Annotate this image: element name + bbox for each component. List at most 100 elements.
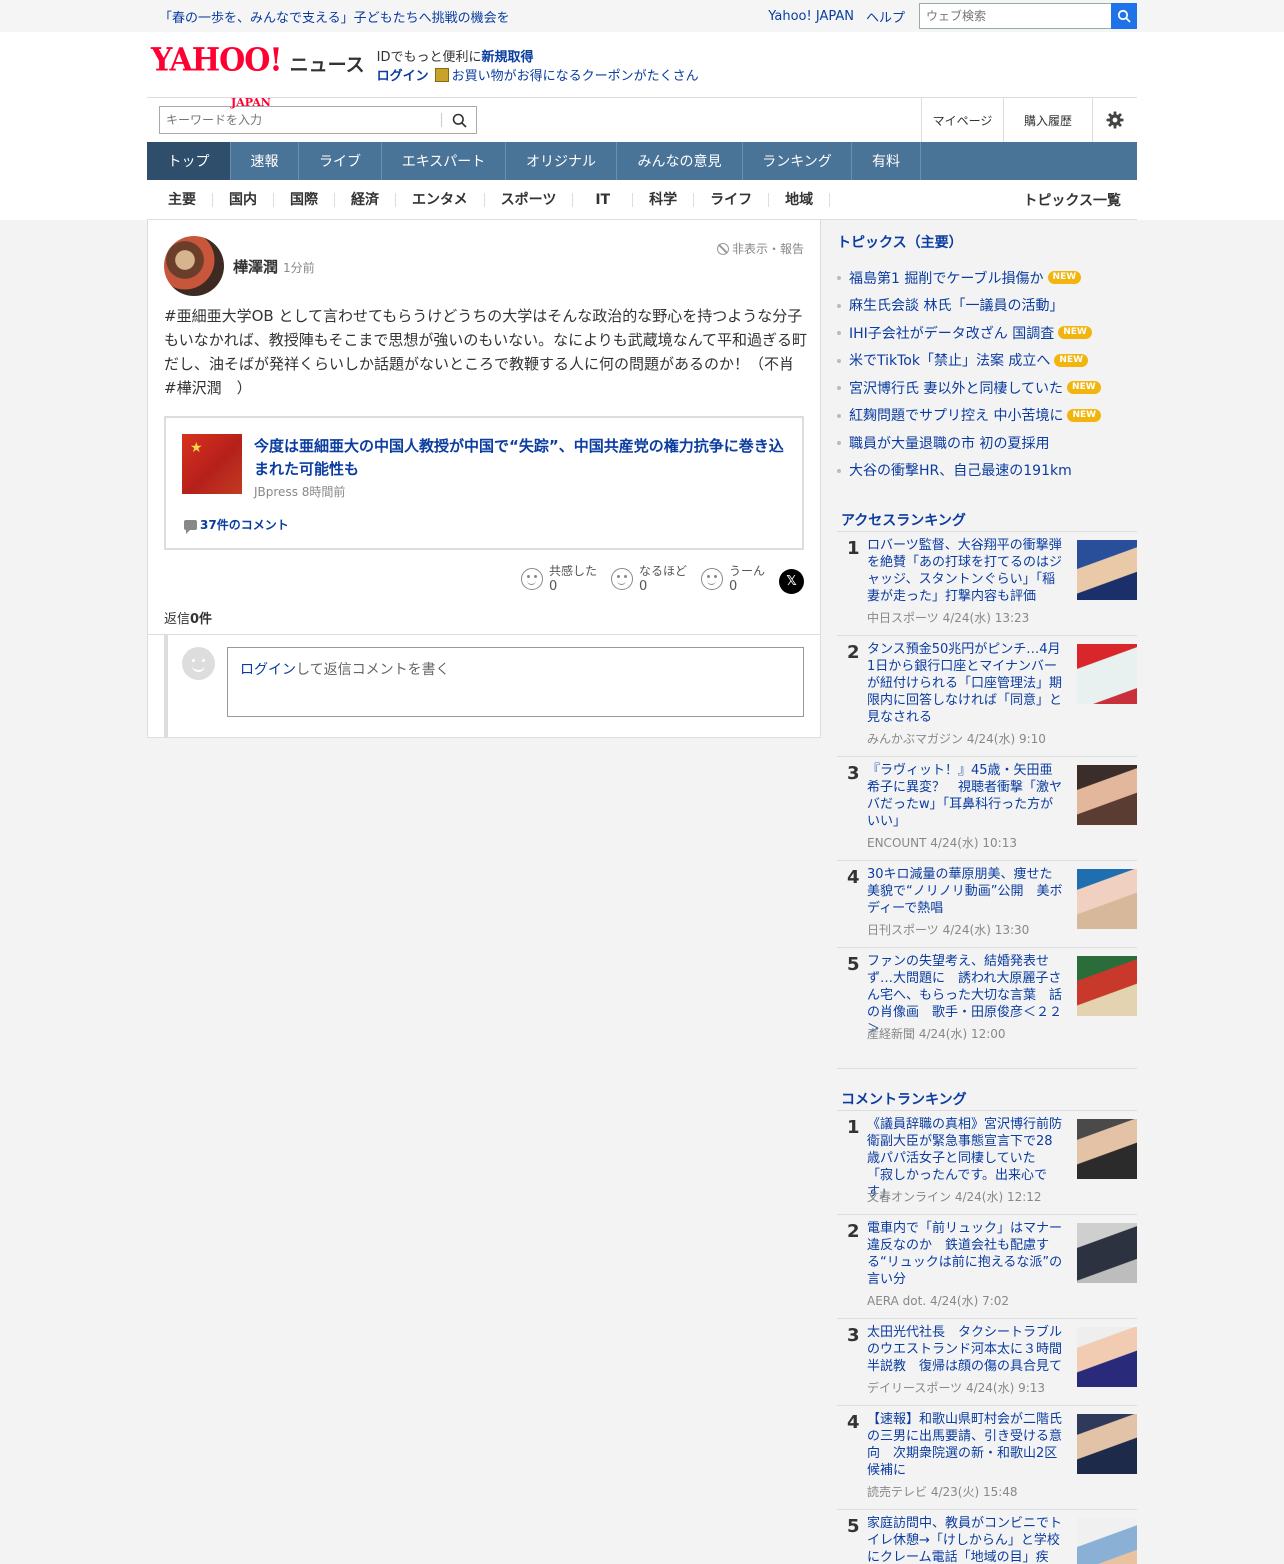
subnav-domestic[interactable]: 国内 bbox=[213, 192, 274, 207]
rank-thumbnail bbox=[1077, 540, 1137, 600]
nav-expert[interactable]: エキスパート bbox=[382, 142, 506, 180]
ranking-item[interactable]: 2 タンス預金50兆円がピンチ…4月1日から銀行口座とマイナンバーが紐付けられる「… bbox=[837, 636, 1137, 757]
ranking-item[interactable]: 3 『ラヴィット！』45歳・矢田亜希子に異変？ 視聴者衝撃「激ヤバだったw」「耳鼻… bbox=[837, 757, 1137, 861]
ranking-item[interactable]: 4 【速報】和歌山県町村会が二階氏の三男に出馬要請、引き受ける意向 次期衆院選の新… bbox=[837, 1406, 1137, 1510]
rank-title[interactable]: 電車内で「前リュック」はマナー違反なのか 鉄道会社も配慮する“リュックは前に抱え… bbox=[867, 1220, 1065, 1288]
surprised-face-icon bbox=[610, 568, 633, 590]
ranking-item[interactable]: 1 《議員辞職の真相》宮沢博行前防衛副大臣が緊急事態宣言下で28歳パパ活女子と同棲… bbox=[837, 1111, 1137, 1215]
rank-title[interactable]: 家庭訪問中、教員がコンビニでトイレ休憩→「けしからん」と学校にクレーム電話「地域… bbox=[867, 1515, 1065, 1564]
sub-nav: 主要 国内 国際 経済 エンタメ スポーツ IT 科学 ライフ 地域 トピックス… bbox=[147, 180, 1137, 220]
nav-original[interactable]: オリジナル bbox=[506, 142, 617, 180]
rank-title[interactable]: 太田光代社長 タクシートラブルのウエストランド河本太に３時間半説教 復帰は顔の傷… bbox=[867, 1324, 1065, 1375]
rank-title[interactable]: タンス預金50兆円がピンチ…4月1日から銀行口座とマイナンバーが紐付けられる「口… bbox=[867, 641, 1065, 726]
web-search-input[interactable] bbox=[919, 3, 1111, 29]
coupon-link[interactable]: お買い物がお得になるクーポンがたくさん bbox=[452, 69, 699, 84]
rank-thumbnail bbox=[1077, 1119, 1137, 1179]
rank-title[interactable]: 【速報】和歌山県町村会が二階氏の三男に出馬要請、引き受ける意向 次期衆院選の新・… bbox=[867, 1411, 1065, 1479]
id-box: IDでもっと便利に新規取得 ログイン お買い物がお得になるクーポンがたくさん bbox=[377, 48, 699, 86]
topic-item[interactable]: 紅麹問題でサプリ控え 中小苦境に NEW bbox=[837, 402, 1137, 430]
topic-item[interactable]: 宮沢博行氏 妻以外と同棲していた NEW bbox=[837, 374, 1137, 402]
web-search-button[interactable] bbox=[1111, 3, 1137, 29]
article-source: JBpress 8時間前 bbox=[254, 485, 346, 499]
article-title[interactable]: 今度は亜細亜大の中国人教授が中国で“失踪”、中国共産党の権力抗争に巻き込まれた可… bbox=[254, 435, 788, 481]
help-link[interactable]: ヘルプ bbox=[866, 7, 905, 26]
purchase-history-link[interactable]: 購入履歴 bbox=[1003, 98, 1092, 142]
guest-avatar-icon bbox=[182, 647, 215, 680]
subnav-life[interactable]: ライフ bbox=[694, 192, 770, 207]
linked-article[interactable]: ★ 今度は亜細亜大の中国人教授が中国で“失踪”、中国共産党の権力抗争に巻き込まれ… bbox=[164, 416, 804, 550]
top-bar-bg: 「春の一歩を、みんなで支える」子どもたちへ挑戦の機会を Yahoo! JAPAN… bbox=[0, 0, 1284, 32]
topic-item[interactable]: 麻生氏会談 林氏「一議員の活動」 bbox=[837, 292, 1137, 320]
x-share-button[interactable]: 𝕏 bbox=[779, 568, 804, 594]
nav-ranking[interactable]: ランキング bbox=[743, 142, 852, 180]
report-button[interactable]: 非表示・報告 bbox=[716, 240, 804, 257]
reaction-count: 0 bbox=[548, 579, 558, 594]
promo-link[interactable]: 「春の一歩を、みんなで支える」子どもたちへ挑戦の機会を bbox=[159, 7, 510, 26]
subnav-sports[interactable]: スポーツ bbox=[485, 192, 574, 207]
topic-item[interactable]: IHI子会社がデータ改ざん 国調査 NEW bbox=[837, 319, 1137, 347]
topics-title[interactable]: トピックス（主要） bbox=[837, 220, 1137, 264]
subnav-economy[interactable]: 経済 bbox=[335, 192, 396, 207]
subnav-world[interactable]: 国際 bbox=[274, 192, 335, 207]
author-avatar[interactable] bbox=[164, 236, 224, 296]
yahoo-japan-link[interactable]: Yahoo! JAPAN bbox=[768, 9, 854, 24]
comment-card: 樺澤潤 1分前 非表示・報告 #亜細亜大学OB として言わせてもらうけどうちの大… bbox=[147, 220, 821, 738]
reaction-insight-button[interactable]: なるほど 0 bbox=[610, 564, 687, 594]
ranking-item[interactable]: 5 家庭訪問中、教員がコンビニでトイレ休憩→「けしからん」と学校にクレーム電話「地… bbox=[837, 1510, 1137, 1564]
reaction-empathy-button[interactable]: 共感した 0 bbox=[520, 564, 597, 594]
rank-number: 3 bbox=[847, 763, 860, 784]
nav-opinion[interactable]: みんなの意見 bbox=[617, 142, 743, 180]
article-comments-link[interactable]: 37件のコメント bbox=[184, 516, 289, 534]
new-badge: NEW bbox=[1047, 271, 1082, 285]
author-name[interactable]: 樺澤潤 bbox=[233, 256, 278, 277]
ranking-item[interactable]: 3 太田光代社長 タクシートラブルのウエストランド河本太に３時間半説教 復帰は顔の… bbox=[837, 1319, 1137, 1406]
reaction-hmm-button[interactable]: うーん 0 bbox=[700, 564, 765, 594]
topic-item[interactable]: 大谷の衝撃HR、自己最速の191km bbox=[837, 457, 1137, 485]
reply-number: 0件 bbox=[190, 612, 213, 627]
star-icon: ★ bbox=[190, 440, 203, 456]
nav-live[interactable]: ライブ bbox=[299, 142, 382, 180]
ranking-item[interactable]: 4 30キロ減量の華原朋美、痩せた美貌で“ノリノリ動画”公開 美ボディーで熱唱 日刊… bbox=[837, 861, 1137, 948]
new-badge: NEW bbox=[1054, 353, 1089, 367]
topic-item[interactable]: 米でTikTok「禁止」法案 成立へ NEW bbox=[837, 347, 1137, 375]
settings-button[interactable] bbox=[1092, 98, 1137, 142]
access-ranking-title[interactable]: アクセスランキング bbox=[837, 508, 1137, 532]
nav-paid[interactable]: 有料 bbox=[852, 142, 921, 180]
subnav-science[interactable]: 科学 bbox=[633, 192, 695, 207]
rank-title[interactable]: 『ラヴィット！』45歳・矢田亜希子に異変？ 視聴者衝撃「激ヤバだったw」「耳鼻科… bbox=[867, 762, 1065, 830]
keyword-input[interactable] bbox=[160, 107, 441, 133]
login-link[interactable]: ログイン bbox=[377, 69, 429, 84]
nav-breaking[interactable]: 速報 bbox=[231, 142, 299, 180]
ban-icon bbox=[716, 242, 729, 255]
comment-author: 樺澤潤 1分前 bbox=[164, 236, 315, 296]
nav-top[interactable]: トップ bbox=[147, 142, 231, 180]
search-row: マイページ 購入履歴 bbox=[147, 98, 1137, 142]
reply-input[interactable]: ログインして返信コメントを書く bbox=[227, 647, 804, 717]
comment-ranking-title[interactable]: コメントランキング bbox=[837, 1087, 1137, 1111]
topic-item[interactable]: 福島第1 掘削でケーブル損傷か NEW bbox=[837, 264, 1137, 292]
mypage-link[interactable]: マイページ bbox=[921, 98, 1003, 142]
topic-title: 麻生氏会談 林氏「一議員の活動」 bbox=[849, 298, 1064, 315]
report-label: 非表示・報告 bbox=[731, 242, 804, 256]
signup-link[interactable]: 新規取得 bbox=[481, 50, 533, 65]
ranking-item[interactable]: 5 ファンの失望考え、結婚発表せず…大問題に 誘われ大原麗子さん宅へ、もらった大切… bbox=[837, 948, 1137, 1069]
ranking-item[interactable]: 2 電車内で「前リュック」はマナー違反なのか 鉄道会社も配慮する“リュックは前に抱… bbox=[837, 1215, 1137, 1319]
reply-login-link[interactable]: ログイン bbox=[240, 662, 296, 678]
rank-title[interactable]: ロバーツ監督、大谷翔平の衝撃弾を絶賛「あの打球を打てるのはジャッジ、スタントンぐ… bbox=[867, 537, 1065, 605]
subnav-it[interactable]: IT bbox=[573, 192, 634, 207]
article-comments-count: 37件のコメント bbox=[200, 518, 289, 532]
reply-prompt: して返信コメントを書く bbox=[296, 662, 450, 678]
rank-source: 文春オンライン 4/24(水) 12:12 bbox=[867, 1190, 1042, 1204]
rank-source: 産経新聞 4/24(水) 12:00 bbox=[867, 1027, 1006, 1041]
new-badge: NEW bbox=[1058, 326, 1092, 340]
keyword-search-button[interactable] bbox=[442, 107, 476, 133]
ranking-item[interactable]: 1 ロバーツ監督、大谷翔平の衝撃弾を絶賛「あの打球を打てるのはジャッジ、スタントン… bbox=[837, 532, 1137, 636]
topic-item[interactable]: 職員が大量退職の市 初の夏採用 bbox=[837, 429, 1137, 457]
subnav-entertainment[interactable]: エンタメ bbox=[396, 192, 485, 207]
keyword-search bbox=[159, 106, 477, 134]
subnav-main[interactable]: 主要 bbox=[147, 192, 213, 207]
rank-title[interactable]: 30キロ減量の華原朋美、痩せた美貌で“ノリノリ動画”公開 美ボディーで熱唱 bbox=[867, 866, 1065, 917]
yahoo-news-logo[interactable]: YAHOO! JAPAN ニュース bbox=[151, 45, 365, 109]
topics-list-link[interactable]: トピックス一覧 bbox=[1023, 190, 1137, 210]
subnav-local[interactable]: 地域 bbox=[769, 192, 831, 207]
